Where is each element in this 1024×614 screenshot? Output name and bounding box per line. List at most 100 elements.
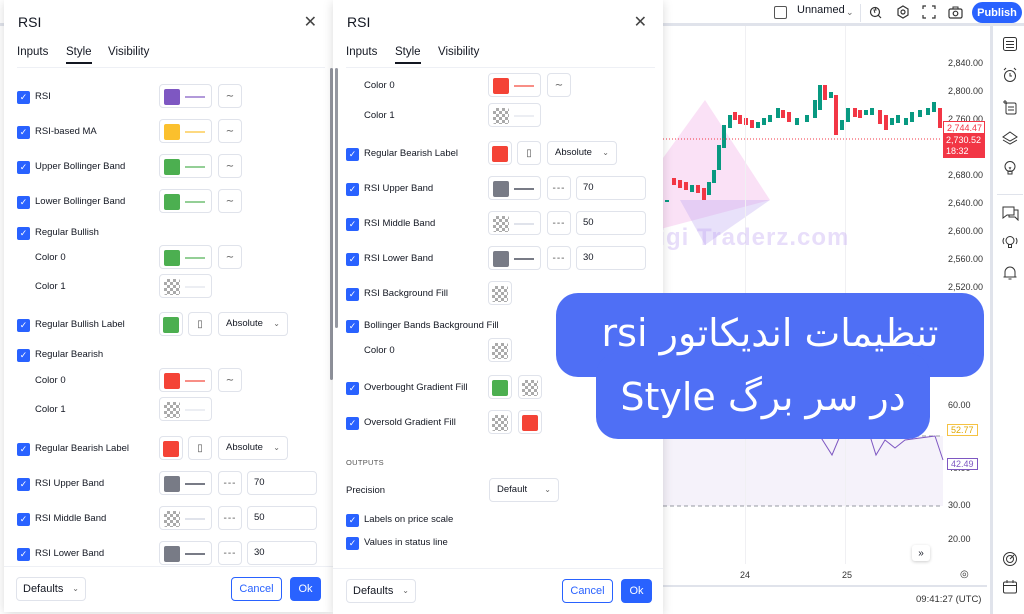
cancel-button[interactable]: Cancel bbox=[562, 579, 613, 603]
color-picker-button[interactable] bbox=[488, 176, 541, 200]
values-in-status-line-checkbox[interactable]: ✓ bbox=[346, 537, 359, 550]
row-checkbox[interactable]: ✓ bbox=[346, 288, 359, 301]
color-picker-button[interactable] bbox=[488, 410, 512, 434]
tab-inputs[interactable]: Inputs bbox=[346, 46, 377, 58]
plot-style-button[interactable]: ∼ bbox=[218, 154, 242, 178]
color-picker-button[interactable] bbox=[159, 84, 212, 108]
plot-style-button[interactable]: ∼ bbox=[547, 73, 571, 97]
close-icon[interactable]: ✕ bbox=[634, 12, 647, 32]
tab-visibility[interactable]: Visibility bbox=[438, 46, 479, 58]
plot-style-button[interactable]: ∼ bbox=[218, 119, 242, 143]
color-picker-button[interactable] bbox=[159, 471, 212, 495]
ok-button[interactable]: Ok bbox=[621, 579, 652, 603]
watchlist-icon[interactable] bbox=[999, 33, 1021, 55]
idea-bulb-icon[interactable] bbox=[999, 157, 1021, 179]
layers-icon[interactable] bbox=[999, 127, 1021, 149]
calendar-icon[interactable] bbox=[999, 576, 1021, 598]
precision-select[interactable]: Default ⌄ bbox=[489, 478, 559, 502]
label-position-select[interactable]: Absolute ⌄ bbox=[547, 141, 617, 165]
color-picker-button[interactable] bbox=[488, 73, 541, 97]
color-picker-button[interactable] bbox=[159, 119, 212, 143]
label-position-select[interactable]: Absolute ⌄ bbox=[218, 312, 288, 336]
plot-style-button[interactable]: ∼ bbox=[218, 189, 242, 213]
line-style-button[interactable]: --- bbox=[218, 541, 242, 565]
line-style-button[interactable]: --- bbox=[547, 246, 571, 270]
layout-checkbox-icon[interactable] bbox=[774, 6, 787, 19]
defaults-dropdown[interactable]: Defaults ⌄ bbox=[16, 577, 86, 601]
band-value-input[interactable]: 50 bbox=[247, 506, 317, 530]
close-icon[interactable]: ✕ bbox=[304, 12, 317, 32]
band-value-input[interactable]: 50 bbox=[576, 211, 646, 235]
ok-button[interactable]: Ok bbox=[290, 577, 321, 601]
row-checkbox[interactable]: ✓ bbox=[17, 227, 30, 240]
color-picker-button[interactable] bbox=[159, 541, 212, 565]
clock[interactable]: 09:41:27 (UTC) bbox=[916, 594, 981, 605]
row-checkbox[interactable]: ✓ bbox=[346, 253, 359, 266]
row-checkbox[interactable]: ✓ bbox=[346, 218, 359, 231]
row-checkbox[interactable]: ✓ bbox=[346, 417, 359, 430]
row-checkbox[interactable]: ✓ bbox=[17, 91, 30, 104]
settings-icon[interactable] bbox=[894, 3, 912, 21]
color-picker-button[interactable] bbox=[488, 141, 512, 165]
color-picker-button[interactable] bbox=[488, 103, 541, 127]
row-checkbox[interactable]: ✓ bbox=[17, 443, 30, 456]
row-checkbox[interactable]: ✓ bbox=[346, 183, 359, 196]
publish-button[interactable]: Publish bbox=[972, 2, 1022, 23]
chat-icon[interactable] bbox=[999, 202, 1021, 224]
color-picker-button[interactable] bbox=[488, 211, 541, 235]
color-picker-button[interactable] bbox=[159, 274, 212, 298]
color-picker-button[interactable] bbox=[518, 410, 542, 434]
row-checkbox[interactable]: ✓ bbox=[346, 382, 359, 395]
streams-icon[interactable] bbox=[999, 231, 1021, 253]
color-picker-button[interactable] bbox=[159, 368, 212, 392]
band-value-input[interactable]: 30 bbox=[576, 246, 646, 270]
tab-style[interactable]: Style bbox=[66, 46, 92, 64]
row-checkbox[interactable]: ✓ bbox=[17, 196, 30, 209]
row-checkbox[interactable]: ✓ bbox=[17, 126, 30, 139]
row-checkbox[interactable]: ✓ bbox=[346, 320, 359, 333]
plot-style-button[interactable]: ∼ bbox=[218, 84, 242, 108]
color-picker-button[interactable] bbox=[159, 245, 212, 269]
band-value-input[interactable]: 30 bbox=[247, 541, 317, 565]
color-picker-button[interactable] bbox=[159, 312, 183, 336]
defaults-dropdown[interactable]: Defaults ⌄ bbox=[346, 579, 416, 603]
alert-clock-icon[interactable] bbox=[999, 64, 1021, 86]
label-shape-button[interactable]: ▯ bbox=[517, 141, 541, 165]
color-picker-button[interactable] bbox=[488, 281, 512, 305]
row-checkbox[interactable]: ✓ bbox=[17, 319, 30, 332]
color-picker-button[interactable] bbox=[488, 375, 512, 399]
plot-style-button[interactable]: ∼ bbox=[218, 368, 242, 392]
cancel-button[interactable]: Cancel bbox=[231, 577, 282, 601]
add-list-icon[interactable] bbox=[999, 96, 1021, 118]
color-picker-button[interactable] bbox=[518, 375, 542, 399]
plot-style-button[interactable]: ∼ bbox=[218, 245, 242, 269]
color-picker-button[interactable] bbox=[488, 246, 541, 270]
row-checkbox[interactable]: ✓ bbox=[17, 161, 30, 174]
line-style-button[interactable]: --- bbox=[547, 176, 571, 200]
band-value-input[interactable]: 70 bbox=[247, 471, 317, 495]
color-picker-button[interactable] bbox=[159, 506, 212, 530]
line-style-button[interactable]: --- bbox=[218, 471, 242, 495]
band-value-input[interactable]: 70 bbox=[576, 176, 646, 200]
color-picker-button[interactable] bbox=[159, 154, 212, 178]
target-icon[interactable] bbox=[999, 548, 1021, 570]
bell-icon[interactable] bbox=[999, 262, 1021, 284]
row-checkbox[interactable]: ✓ bbox=[346, 148, 359, 161]
tab-inputs[interactable]: Inputs bbox=[17, 46, 48, 58]
axis-settings-icon[interactable]: ◎ bbox=[960, 569, 969, 580]
tab-style[interactable]: Style bbox=[395, 46, 421, 64]
layout-name[interactable]: Unnamed bbox=[797, 4, 845, 16]
row-checkbox[interactable]: ✓ bbox=[17, 548, 30, 561]
color-picker-button[interactable] bbox=[159, 436, 183, 460]
row-checkbox[interactable]: ✓ bbox=[17, 478, 30, 491]
tab-visibility[interactable]: Visibility bbox=[108, 46, 149, 58]
color-picker-button[interactable] bbox=[159, 189, 212, 213]
line-style-button[interactable]: --- bbox=[218, 506, 242, 530]
fullscreen-icon[interactable] bbox=[920, 3, 938, 21]
label-position-select[interactable]: Absolute ⌄ bbox=[218, 436, 288, 460]
camera-icon[interactable] bbox=[946, 3, 964, 21]
line-style-button[interactable]: --- bbox=[547, 211, 571, 235]
color-picker-button[interactable] bbox=[488, 338, 512, 362]
scroll-to-realtime-button[interactable]: » bbox=[912, 545, 930, 561]
color-picker-button[interactable] bbox=[159, 397, 212, 421]
